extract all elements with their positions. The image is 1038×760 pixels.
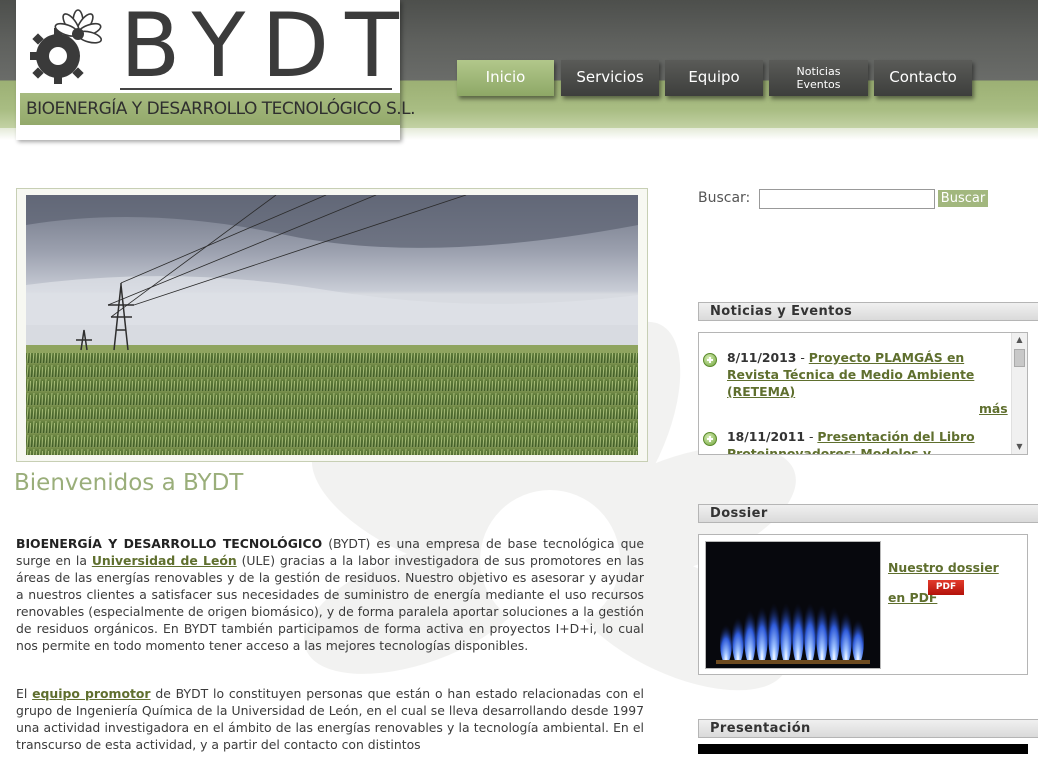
hero-frame — [16, 188, 648, 462]
company-name: BIOENERGÍA Y DESARROLLO TECNOLÓGICO — [16, 536, 323, 551]
equipo-promotor-link[interactable]: equipo promotor — [32, 686, 150, 701]
nav-noticias-label: Noticias — [796, 65, 841, 78]
dossier-box: Nuestro dossier en PDF PDF — [698, 534, 1028, 675]
news-box-title: Noticias y Eventos — [698, 302, 1038, 321]
news-separator: - — [805, 429, 818, 444]
news-title-text: Noticias y Eventos — [710, 304, 853, 319]
news-scrollbar[interactable]: ▲ ▼ — [1011, 333, 1027, 454]
welcome-title: Bienvenidos a BYDT — [14, 470, 244, 496]
nav-equipo[interactable]: Equipo — [665, 60, 763, 96]
search-input[interactable] — [759, 189, 935, 209]
plus-icon — [703, 432, 717, 446]
nav-contacto[interactable]: Contacto — [874, 60, 972, 96]
dossier-title-text: Dossier — [710, 506, 768, 521]
team-text-1: El — [16, 686, 33, 701]
hero-wheat-field-image — [26, 195, 638, 455]
nav-eventos-label: Eventos — [796, 78, 841, 91]
logo-rule — [120, 88, 392, 90]
gear-flower-logo-icon — [30, 9, 103, 84]
nav-noticias-eventos[interactable]: Noticias Eventos — [769, 60, 868, 96]
search-button[interactable]: Buscar — [938, 190, 988, 207]
news-date: 8/11/2013 — [727, 350, 797, 365]
news-list[interactable]: 8/11/2013 - Proyecto PLAMGÁS en Revista … — [698, 332, 1028, 455]
site-logo[interactable]: BYDT BIOENERGÍA Y DESARROLLO TECNOLÓGICO… — [16, 0, 416, 140]
presentation-box-title: Presentación — [698, 719, 1038, 738]
news-date: 18/11/2011 — [727, 429, 806, 444]
intro-text-2: (ULE) gracias a la labor investigadora d… — [16, 553, 644, 653]
nav-inicio[interactable]: Inicio — [457, 60, 554, 96]
news-item: 18/11/2011 - Presentación del Libro Prot… — [703, 428, 1003, 454]
logo-subtitle: BIOENERGÍA Y DESARROLLO TECNOLÓGICO S.L. — [26, 99, 416, 119]
presentation-video[interactable] — [698, 744, 1028, 754]
pdf-icon[interactable]: PDF — [928, 580, 964, 595]
more-link[interactable]: más — [979, 401, 1008, 416]
search-label: Buscar: — [698, 190, 751, 206]
presentation-title-text: Presentación — [710, 721, 811, 736]
news-text: 8/11/2013 - Proyecto PLAMGÁS en Revista … — [727, 349, 1003, 400]
news-text: 18/11/2011 - Presentación del Libro Prot… — [727, 428, 1003, 454]
scroll-up-arrow-icon[interactable]: ▲ — [1012, 333, 1027, 347]
intro-paragraph: BIOENERGÍA Y DESARROLLO TECNOLÓGICO (BYD… — [16, 535, 644, 654]
news-separator: - — [796, 350, 809, 365]
dossier-box-title: Dossier — [698, 504, 1038, 523]
universidad-leon-link[interactable]: Universidad de León — [92, 553, 237, 568]
logo-wordmark: BYDT — [120, 0, 415, 97]
gas-flame-image[interactable] — [705, 541, 881, 669]
team-paragraph: El equipo promotor de BYDT lo constituye… — [16, 685, 644, 753]
news-item: 8/11/2013 - Proyecto PLAMGÁS en Revista … — [703, 349, 1003, 400]
scroll-thumb[interactable] — [1014, 349, 1025, 367]
scroll-down-arrow-icon[interactable]: ▼ — [1012, 440, 1027, 454]
plus-icon — [703, 353, 717, 367]
nav-servicios[interactable]: Servicios — [561, 60, 659, 96]
